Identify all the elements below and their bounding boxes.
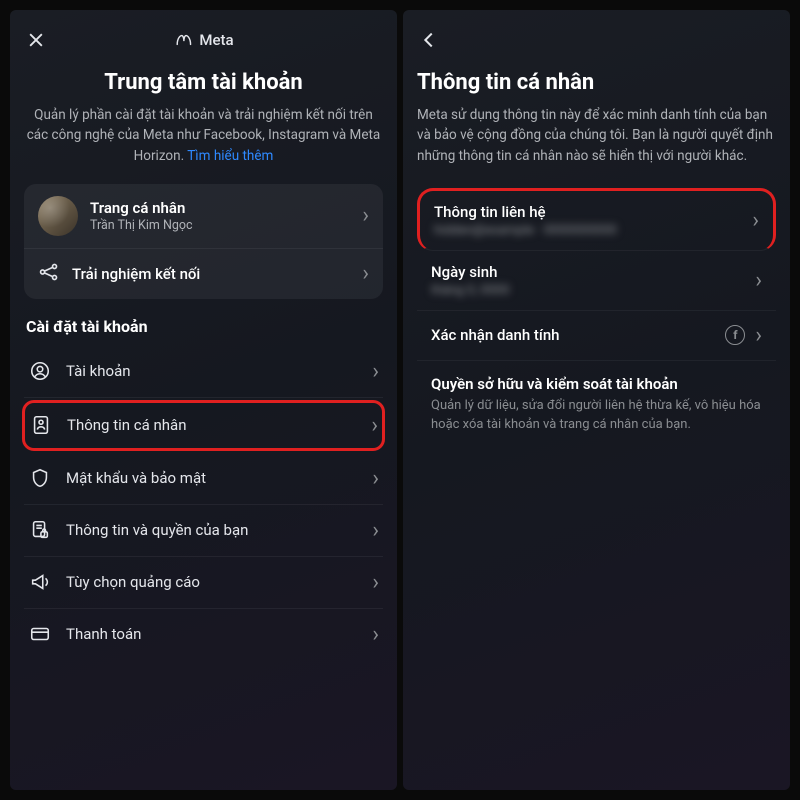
item-label: Thông tin và quyền của bạn — [66, 521, 358, 539]
avatar — [38, 196, 78, 236]
item-password-security[interactable]: Mật khẩu và bảo mật › — [24, 453, 383, 505]
row-identity-verify[interactable]: Xác nhận danh tính f › — [417, 311, 776, 361]
identity-label: Xác nhận danh tính — [431, 326, 715, 344]
profile-row[interactable]: Trang cá nhân Trần Thị Kim Ngọc › — [24, 184, 383, 248]
item-personal-info[interactable]: Thông tin cá nhân › — [22, 400, 385, 451]
connected-experiences-row[interactable]: Trải nghiệm kết nối › — [24, 248, 383, 299]
page-desc: Meta sử dụng thông tin này để xác minh d… — [417, 105, 776, 166]
item-label: Tùy chọn quảng cáo — [66, 573, 358, 591]
user-circle-icon — [28, 359, 52, 383]
item-label: Tài khoản — [66, 362, 358, 380]
profile-card: Trang cá nhân Trần Thị Kim Ngọc › Trải n… — [24, 184, 383, 299]
section-header: Cài đặt tài khoản — [26, 317, 383, 336]
ownership-desc: Quản lý dữ liệu, sửa đổi người liên hệ t… — [431, 397, 762, 435]
row-birthday[interactable]: Ngày sinh tháng 0, 0000 › — [417, 251, 776, 311]
chevron-right-icon: › — [372, 518, 379, 543]
item-label: Thông tin cá nhân — [67, 416, 357, 434]
meta-brand: Meta — [173, 31, 233, 49]
document-lock-icon — [28, 518, 52, 542]
top-bar-right — [417, 24, 776, 56]
row-ownership-control[interactable]: Quyền sở hữu và kiểm soát tài khoản Quản… — [417, 361, 776, 441]
item-label: Thanh toán — [66, 625, 358, 643]
chevron-right-icon: › — [362, 261, 369, 286]
chevron-right-icon: › — [752, 208, 759, 233]
fb-letter: f — [733, 328, 737, 342]
top-bar-left: Meta — [24, 24, 383, 56]
profile-label: Trang cá nhân — [90, 199, 350, 217]
personal-info-panel: Thông tin cá nhân Meta sử dụng thông tin… — [403, 10, 790, 790]
chevron-right-icon: › — [362, 203, 369, 228]
chevron-right-icon: › — [372, 570, 379, 595]
credit-card-icon — [28, 622, 52, 646]
brand-label: Meta — [199, 31, 233, 49]
chevron-right-icon: › — [755, 268, 762, 293]
close-icon[interactable] — [24, 30, 48, 50]
page-desc: Quản lý phần cài đặt tài khoản và trải n… — [24, 105, 383, 166]
contact-label: Thông tin liên hệ — [434, 203, 742, 221]
learn-more-link[interactable]: Tìm hiểu thêm — [187, 148, 273, 164]
chevron-right-icon: › — [372, 359, 379, 384]
chevron-right-icon: › — [755, 323, 762, 348]
item-ad-preferences[interactable]: Tùy chọn quảng cáo › — [24, 557, 383, 609]
connected-label: Trải nghiệm kết nối — [72, 265, 350, 283]
chevron-right-icon: › — [372, 466, 379, 491]
item-payments[interactable]: Thanh toán › — [24, 609, 383, 660]
dob-value: tháng 0, 0000 — [431, 283, 745, 298]
item-label: Mật khẩu và bảo mật — [66, 469, 358, 487]
chevron-right-icon: › — [372, 622, 379, 647]
dob-label: Ngày sinh — [431, 263, 745, 281]
network-icon — [38, 261, 60, 287]
ownership-label: Quyền sở hữu và kiểm soát tài khoản — [431, 375, 762, 393]
facebook-badge-icon: f — [725, 325, 745, 345]
meta-logo-icon — [173, 33, 193, 47]
profile-name: Trần Thị Kim Ngọc — [90, 218, 350, 233]
chevron-right-icon: › — [371, 413, 378, 438]
back-icon[interactable] — [417, 29, 441, 51]
page-title: Trung tâm tài khoản — [24, 70, 383, 95]
item-accounts[interactable]: Tài khoản › — [24, 346, 383, 398]
page-title: Thông tin cá nhân — [417, 70, 776, 95]
shield-icon — [28, 466, 52, 490]
megaphone-icon — [28, 570, 52, 594]
row-contact-info[interactable]: Thông tin liên hệ hidden@example · 00000… — [417, 188, 776, 251]
id-card-icon — [29, 413, 53, 437]
contact-value: hidden@example · 0000000000 — [434, 223, 742, 238]
item-info-permissions[interactable]: Thông tin và quyền của bạn › — [24, 505, 383, 557]
accounts-center-panel: Meta Trung tâm tài khoản Quản lý phần cà… — [10, 10, 397, 790]
